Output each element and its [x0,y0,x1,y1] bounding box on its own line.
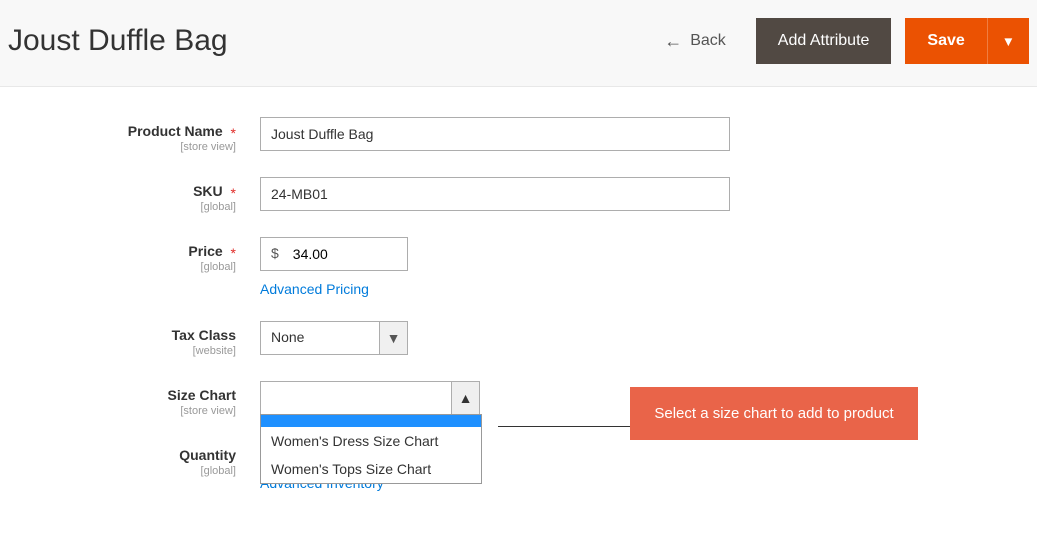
back-label: Back [690,32,726,50]
sku-scope: [global] [0,201,236,213]
sku-input[interactable] [260,177,730,211]
save-dropdown-toggle[interactable]: ▼ [987,18,1029,64]
required-icon: * [231,245,236,261]
chevron-up-icon: ▲ [451,382,479,414]
size-chart-callout: Select a size chart to add to product [630,387,918,440]
currency-symbol: $ [261,238,289,270]
size-chart-label-col: Size Chart [store view] [0,381,260,417]
tax-class-value: None [261,322,379,354]
save-button[interactable]: Save [905,18,986,64]
size-chart-value [261,382,451,414]
product-name-input[interactable] [260,117,730,151]
price-row: Price * [global] $ Advanced Pricing [0,237,1037,297]
advanced-pricing-link[interactable]: Advanced Pricing [260,281,369,297]
caret-down-icon: ▼ [1002,34,1015,49]
required-icon: * [231,185,236,201]
arrow-left-icon: ← [664,32,682,50]
price-scope: [global] [0,261,236,273]
size-chart-option-1[interactable]: Women's Dress Size Chart [261,427,481,455]
price-label: Price [188,243,222,259]
sku-label-col: SKU * [global] [0,177,260,213]
back-button[interactable]: ← Back [664,32,726,50]
page-title: Joust Duffle Bag [8,24,228,58]
product-name-scope: [store view] [0,141,236,153]
sku-label: SKU [193,183,223,199]
size-chart-option-2[interactable]: Women's Tops Size Chart [261,455,481,483]
quantity-scope: [global] [0,465,236,477]
price-input[interactable] [289,238,407,270]
product-name-label: Product Name [128,123,223,139]
callout-connector [498,426,630,427]
quantity-row: Quantity [global] Advanced Inventory [0,441,1037,491]
header-actions: ← Back Add Attribute Save ▼ [664,18,1029,64]
size-chart-scope: [store view] [0,405,236,417]
quantity-label: Quantity [179,447,236,463]
tax-class-scope: [website] [0,345,236,357]
sku-row: SKU * [global] [0,177,1037,213]
tax-class-row: Tax Class [website] None ▼ [0,321,1037,357]
product-name-row: Product Name * [store view] [0,117,1037,153]
size-chart-option-blank[interactable] [261,415,481,427]
product-name-label-col: Product Name * [store view] [0,117,260,153]
price-label-col: Price * [global] [0,237,260,273]
page-header: Joust Duffle Bag ← Back Add Attribute Sa… [0,0,1037,87]
size-chart-select[interactable]: ▲ Women's Dress Size Chart Women's Tops … [260,381,480,415]
tax-class-label: Tax Class [172,327,236,343]
required-icon: * [231,125,236,141]
product-form: Product Name * [store view] SKU * [globa… [0,87,1037,545]
tax-class-label-col: Tax Class [website] [0,321,260,357]
size-chart-dropdown: Women's Dress Size Chart Women's Tops Si… [260,414,482,484]
tax-class-select[interactable]: None ▼ [260,321,408,355]
chevron-down-icon: ▼ [379,322,407,354]
quantity-label-col: Quantity [global] [0,441,260,477]
save-button-group: Save ▼ [905,18,1029,64]
size-chart-label: Size Chart [168,387,236,403]
add-attribute-button[interactable]: Add Attribute [756,18,892,64]
price-input-wrap[interactable]: $ [260,237,408,271]
